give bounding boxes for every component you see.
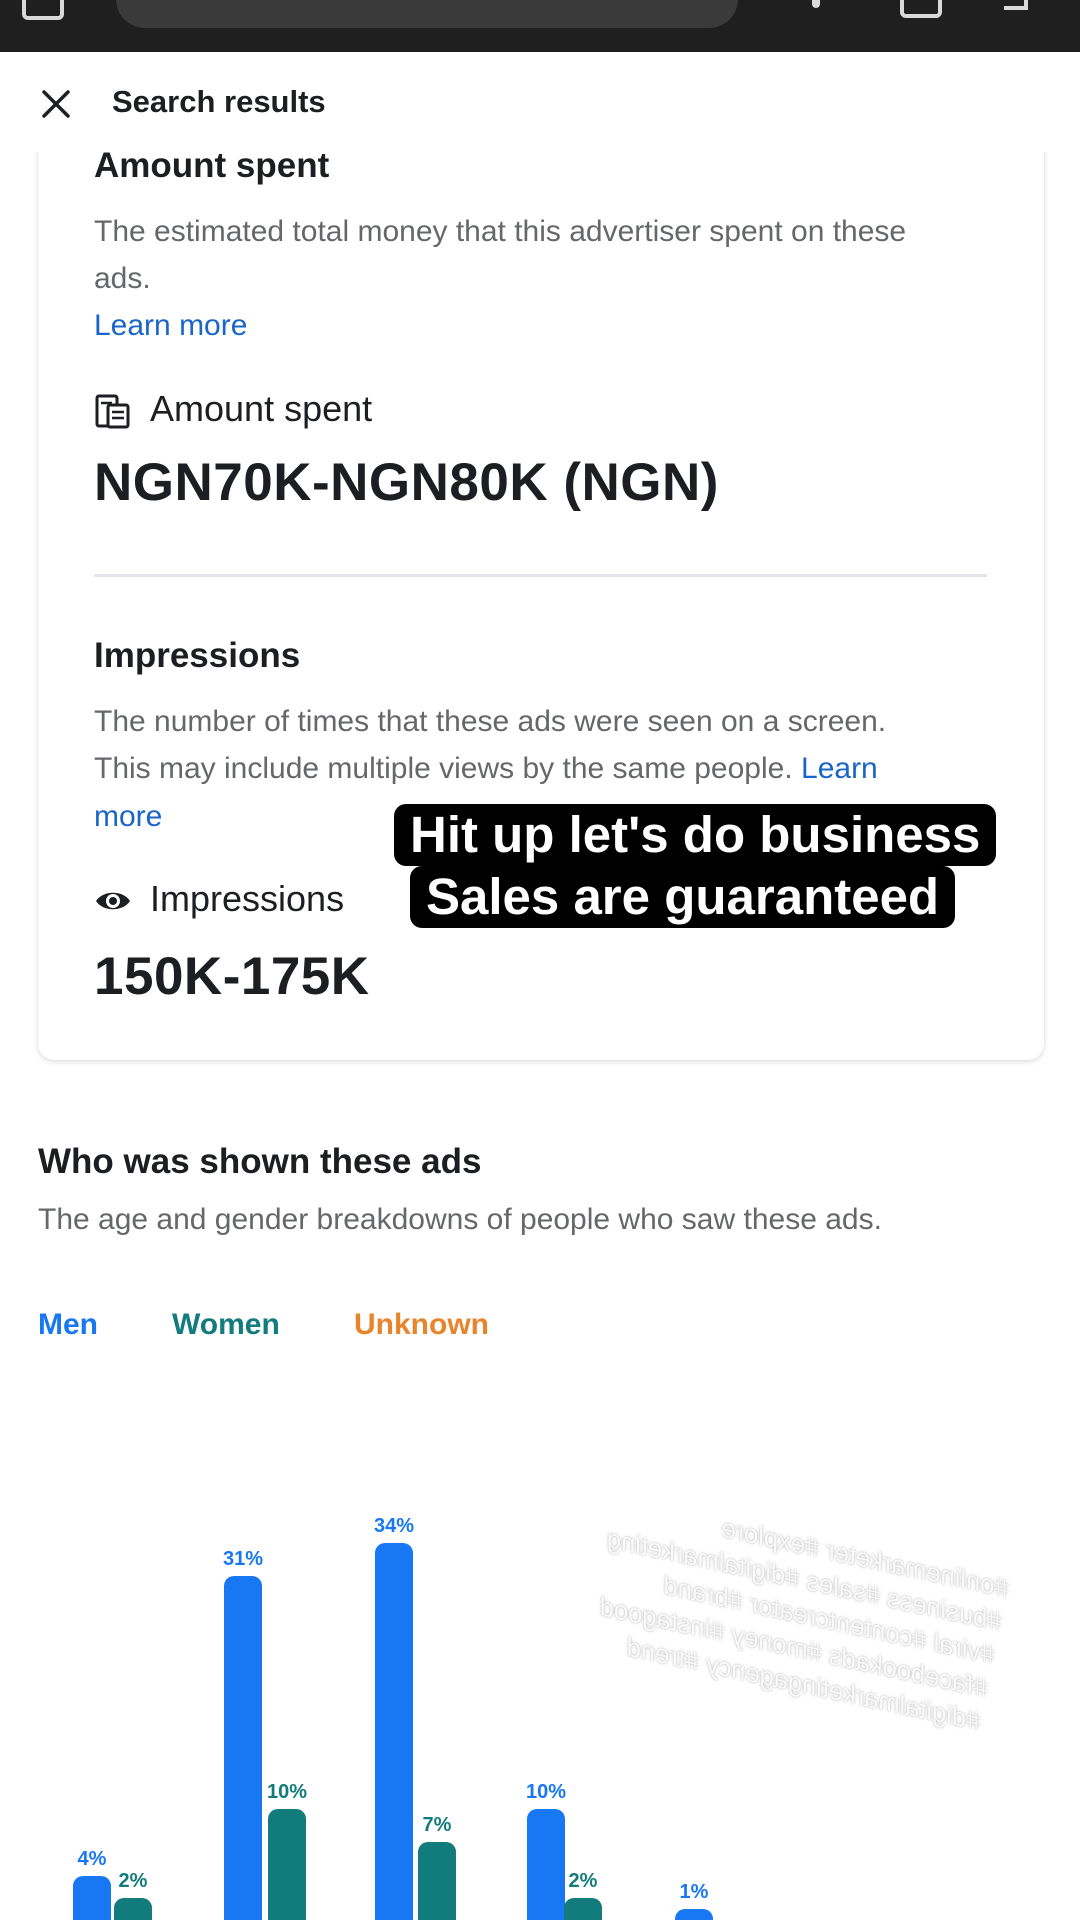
app-bar: Search results bbox=[0, 52, 1080, 152]
impressions-description-line2: This may include multiple views by the s… bbox=[94, 745, 878, 792]
amount-spent-description-line1: The estimated total money that this adve… bbox=[94, 215, 907, 248]
browser-action-icon[interactable] bbox=[1004, 0, 1028, 10]
legend-men[interactable]: Men bbox=[38, 1308, 98, 1342]
impressions-learn-more-link[interactable]: Learn bbox=[801, 752, 878, 785]
bar-men-0-label: 4% bbox=[77, 1847, 107, 1870]
impressions-learn-more-link-cont[interactable]: more bbox=[94, 793, 162, 840]
bar-men-2[interactable] bbox=[375, 1542, 413, 1920]
impressions-value: 150K-175K bbox=[94, 947, 370, 1006]
bar-women-0-label: 2% bbox=[118, 1869, 148, 1892]
audience-heading: Who was shown these ads bbox=[38, 1142, 482, 1181]
hashtag-watermark: #onlinemarketer #explore #business #sale… bbox=[508, 1472, 1013, 1738]
bar-women-1-label: 10% bbox=[266, 1781, 308, 1803]
bar-men-1[interactable] bbox=[224, 1575, 262, 1920]
bar-women-3-label: 2% bbox=[568, 1869, 598, 1892]
bar-men-2-label: 34% bbox=[373, 1514, 415, 1537]
amount-spent-learn-more-link[interactable]: Learn more bbox=[94, 302, 247, 349]
impressions-heading: Impressions bbox=[94, 636, 301, 675]
audience-description: The age and gender breakdowns of people … bbox=[38, 1203, 882, 1236]
amount-spent-heading: Amount spent bbox=[94, 146, 330, 185]
tabs-icon[interactable] bbox=[22, 0, 64, 20]
overlay-caption-line2: Sales are guaranteed bbox=[410, 866, 956, 928]
bar-men-4[interactable] bbox=[675, 1908, 713, 1920]
amount-spent-description-line2: ads. bbox=[94, 262, 151, 295]
amount-spent-value: NGN70K-NGN80K (NGN) bbox=[94, 453, 719, 512]
section-divider bbox=[94, 574, 987, 577]
bar-men-3-label: 10% bbox=[525, 1781, 567, 1803]
bar-men-3[interactable] bbox=[527, 1809, 565, 1920]
overlay-caption-line1: Hit up let's do business bbox=[394, 804, 997, 866]
legend-unknown[interactable]: Unknown bbox=[354, 1308, 489, 1342]
bar-women-2[interactable] bbox=[418, 1842, 456, 1920]
eye-icon bbox=[94, 884, 132, 923]
impressions-label: Impressions bbox=[150, 878, 345, 919]
legend-women[interactable]: Women bbox=[172, 1308, 280, 1342]
browser-toolbar bbox=[0, 0, 1080, 52]
bar-women-0[interactable] bbox=[114, 1897, 152, 1920]
address-bar[interactable] bbox=[116, 0, 738, 28]
close-icon[interactable] bbox=[34, 82, 78, 126]
bar-women-2-label: 7% bbox=[422, 1814, 452, 1837]
page-title: Search results bbox=[112, 84, 326, 119]
amount-spent-label: Amount spent bbox=[150, 388, 373, 429]
impressions-description-text: This may include multiple views by the s… bbox=[94, 752, 793, 785]
bar-women-3[interactable] bbox=[564, 1897, 602, 1920]
impressions-description-line1: The number of times that these ads were … bbox=[94, 705, 887, 738]
money-stack-icon bbox=[94, 393, 132, 436]
bar-men-1-label: 31% bbox=[222, 1547, 264, 1570]
tab-switcher-icon[interactable] bbox=[900, 0, 942, 18]
menu-icon[interactable] bbox=[812, 0, 820, 8]
bar-women-1[interactable] bbox=[268, 1809, 306, 1920]
bar-men-4-label: 1% bbox=[679, 1880, 709, 1903]
